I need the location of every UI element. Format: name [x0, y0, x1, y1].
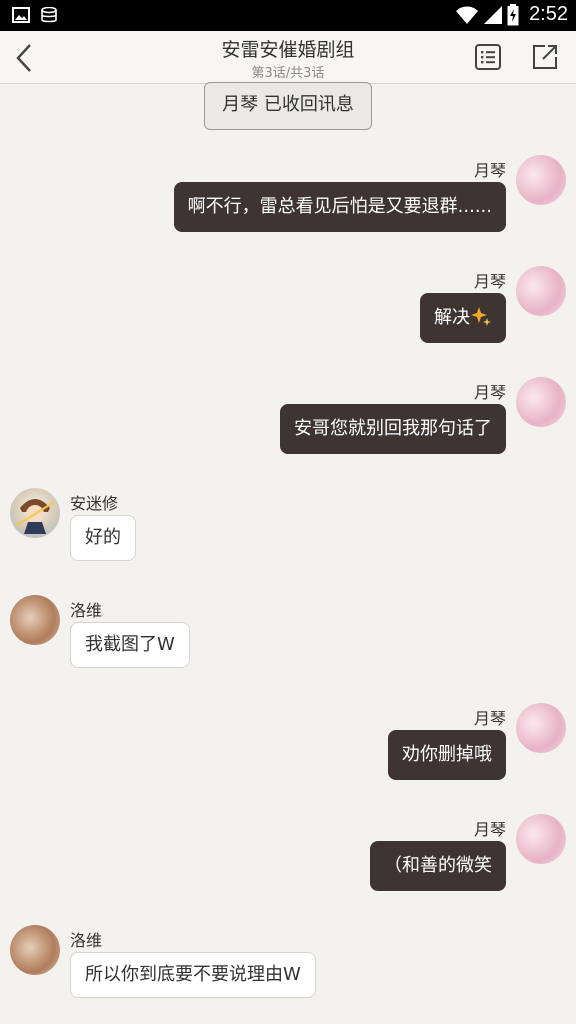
sender-name: 月琴	[473, 820, 506, 839]
avatar[interactable]	[10, 595, 60, 645]
avatar[interactable]	[516, 814, 566, 864]
status-bar: 2:52	[0, 0, 576, 31]
message-bubble[interactable]: （和善的微笑	[370, 841, 506, 891]
message-bubble[interactable]: 安哥您就别回我那句话了	[280, 404, 506, 454]
share-icon[interactable]	[531, 43, 559, 71]
sender-name: 安迷修	[70, 494, 119, 513]
signal-icon	[484, 5, 503, 24]
avatar[interactable]	[10, 488, 60, 538]
anime-character-icon	[15, 499, 55, 534]
status-time: 2:52	[529, 3, 568, 25]
message-bubble[interactable]: 好的	[70, 515, 136, 561]
sender-name: 月琴	[473, 272, 506, 291]
sender-name: 月琴	[473, 161, 506, 180]
chat-header: 安雷安催婚剧组 第3话/共3话	[0, 31, 576, 84]
recall-notice: 月琴 已收回讯息	[204, 82, 372, 130]
avatar[interactable]	[10, 925, 60, 975]
avatar[interactable]	[516, 703, 566, 753]
sender-name: 月琴	[473, 709, 506, 728]
message-text: 解决	[434, 307, 470, 328]
message-bubble[interactable]: 所以你到底要不要说理由W	[70, 952, 316, 998]
message-bubble[interactable]: 劝你删掉哦	[388, 730, 506, 780]
avatar[interactable]	[516, 266, 566, 316]
message-bubble[interactable]: 解决	[420, 293, 506, 343]
battery-icon	[507, 3, 519, 25]
sender-name: 洛维	[70, 931, 103, 950]
stack-icon	[41, 7, 57, 23]
wifi-icon	[456, 6, 479, 24]
sender-name: 月琴	[473, 383, 506, 402]
sparkles-icon	[471, 307, 491, 326]
sender-name: 洛维	[70, 601, 103, 620]
message-bubble[interactable]: 我截图了W	[70, 622, 190, 668]
avatar[interactable]	[516, 155, 566, 205]
image-icon	[12, 7, 30, 23]
message-bubble[interactable]: 啊不行，雷总看见后怕是又要退群......	[173, 182, 506, 232]
avatar[interactable]	[516, 377, 566, 427]
list-icon[interactable]	[474, 43, 502, 71]
